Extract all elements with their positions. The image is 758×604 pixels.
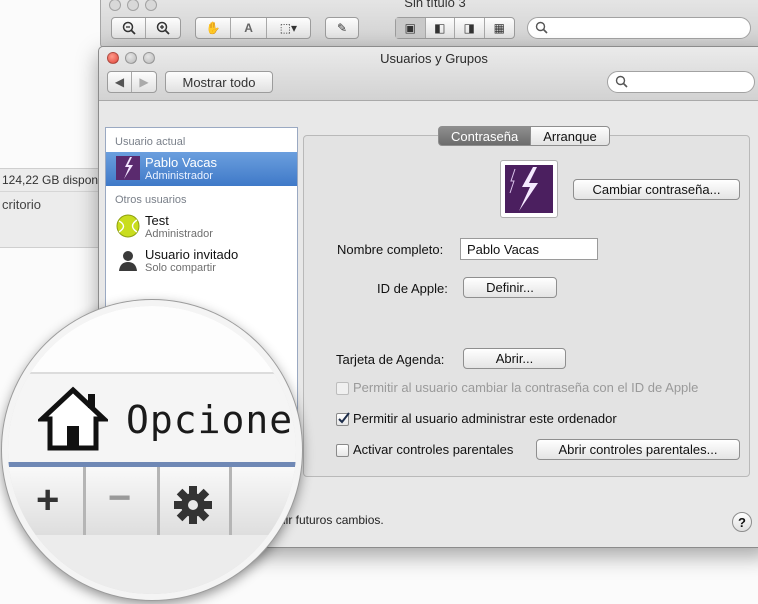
divider bbox=[0, 191, 102, 192]
lens-lower-area bbox=[8, 535, 296, 594]
current-user-heading: Usuario actual bbox=[115, 136, 186, 148]
preview-window: Sin título 3 ✋ A ⬚▾ ✎ ▣ ◧ ◨ ▦ bbox=[100, 0, 758, 48]
forward-arrow-icon[interactable]: ▶ bbox=[132, 72, 156, 92]
guest-user-icon bbox=[116, 248, 140, 272]
checkmark-icon bbox=[338, 412, 350, 424]
user-item-test[interactable]: Test Administrador bbox=[106, 210, 297, 244]
user-role: Administrador bbox=[145, 170, 213, 182]
open-address-card-button[interactable]: Abrir... bbox=[463, 348, 566, 369]
user-picture[interactable] bbox=[500, 160, 558, 218]
gear-icon bbox=[172, 484, 214, 529]
address-card-label: Tarjeta de Agenda: bbox=[336, 352, 445, 367]
tab-bar: Contraseña Arranque bbox=[438, 126, 610, 146]
allow-admin-label: Permitir al usuario administrar este ord… bbox=[353, 411, 617, 426]
open-parental-controls-button[interactable]: Abrir controles parentales... bbox=[536, 439, 740, 460]
tools-segment: ✋ A ⬚▾ bbox=[195, 17, 311, 39]
lightning-picture-icon bbox=[505, 165, 553, 213]
preferences-search-input[interactable] bbox=[607, 71, 755, 93]
preview-search-input[interactable] bbox=[527, 17, 751, 39]
allow-admin-checkbox[interactable] bbox=[336, 412, 350, 426]
lens-background bbox=[8, 306, 296, 372]
user-role: Solo compartir bbox=[145, 262, 216, 274]
user-item-current[interactable]: Pablo Vacas Administrador bbox=[106, 152, 297, 186]
image-view-icon[interactable]: ▣ bbox=[396, 18, 426, 38]
user-role: Administrador bbox=[145, 228, 213, 240]
apple-id-label: ID de Apple: bbox=[377, 281, 448, 296]
search-icon bbox=[615, 75, 628, 91]
user-settings-pane: Contraseña Arranque Cambiar contraseña..… bbox=[303, 126, 750, 477]
disk-space-text: 124,22 GB dispon bbox=[2, 173, 99, 187]
tennis-ball-avatar-icon bbox=[116, 214, 140, 238]
pencil-icon: ✎ bbox=[336, 21, 348, 35]
allow-reset-label: Permitir al usuario cambiar la contraseñ… bbox=[353, 380, 699, 395]
background-finder-strip: 124,22 GB dispon critorio bbox=[0, 168, 102, 248]
annotate-button[interactable]: ✎ bbox=[325, 17, 359, 39]
full-name-field[interactable]: Pablo Vacas bbox=[460, 238, 598, 260]
preview-window-title: Sin título 3 bbox=[404, 0, 466, 10]
user-name: Test bbox=[145, 213, 169, 228]
change-password-button[interactable]: Cambiar contraseña... bbox=[573, 179, 740, 200]
back-forward-segment: ◀ ▶ bbox=[107, 71, 157, 93]
full-name-label: Nombre completo: bbox=[337, 242, 444, 257]
select-tool-icon[interactable]: ⬚▾ bbox=[267, 18, 310, 38]
zoom-segment bbox=[111, 17, 181, 39]
hand-tool-icon[interactable]: ✋ bbox=[196, 18, 232, 38]
help-button[interactable]: ? bbox=[732, 512, 752, 532]
sidebar-view-icon[interactable]: ◧ bbox=[426, 18, 455, 38]
show-all-button[interactable]: Mostrar todo bbox=[165, 71, 273, 93]
user-name: Usuario invitado bbox=[145, 247, 239, 262]
view-segment: ▣ ◧ ◨ ▦ bbox=[395, 17, 515, 39]
back-arrow-icon[interactable]: ◀ bbox=[108, 72, 132, 92]
options-label[interactable]: Opciones bbox=[126, 398, 296, 442]
parental-controls-checkbox[interactable] bbox=[336, 444, 349, 457]
text-tool-icon[interactable]: A bbox=[231, 18, 267, 38]
magnifier-lens: Opciones + − bbox=[2, 300, 302, 600]
user-name: Pablo Vacas bbox=[145, 155, 218, 170]
tab-login-items[interactable]: Arranque bbox=[531, 126, 610, 146]
allow-reset-checkbox[interactable] bbox=[336, 382, 349, 395]
desktop-item-text: critorio bbox=[2, 197, 42, 212]
parental-controls-label: Activar controles parentales bbox=[353, 442, 514, 457]
tab-password[interactable]: Contraseña bbox=[438, 126, 532, 146]
zoom-in-icon[interactable] bbox=[146, 18, 180, 38]
other-users-heading: Otros usuarios bbox=[115, 194, 187, 206]
set-apple-id-button[interactable]: Definir... bbox=[463, 277, 557, 298]
thumbnails-view-icon[interactable]: ◨ bbox=[455, 18, 485, 38]
contact-sheet-icon[interactable]: ▦ bbox=[485, 18, 514, 38]
window-toolbar: Usuarios y Grupos ◀ ▶ Mostrar todo bbox=[99, 47, 758, 101]
minus-icon: − bbox=[108, 476, 132, 520]
home-icon bbox=[35, 386, 111, 455]
lightning-avatar-icon bbox=[116, 156, 140, 180]
window-title: Usuarios y Grupos bbox=[380, 51, 488, 66]
search-icon bbox=[535, 21, 548, 37]
plus-icon: + bbox=[36, 478, 60, 522]
user-item-guest[interactable]: Usuario invitado Solo compartir bbox=[106, 244, 297, 278]
zoom-out-icon[interactable] bbox=[112, 18, 146, 38]
